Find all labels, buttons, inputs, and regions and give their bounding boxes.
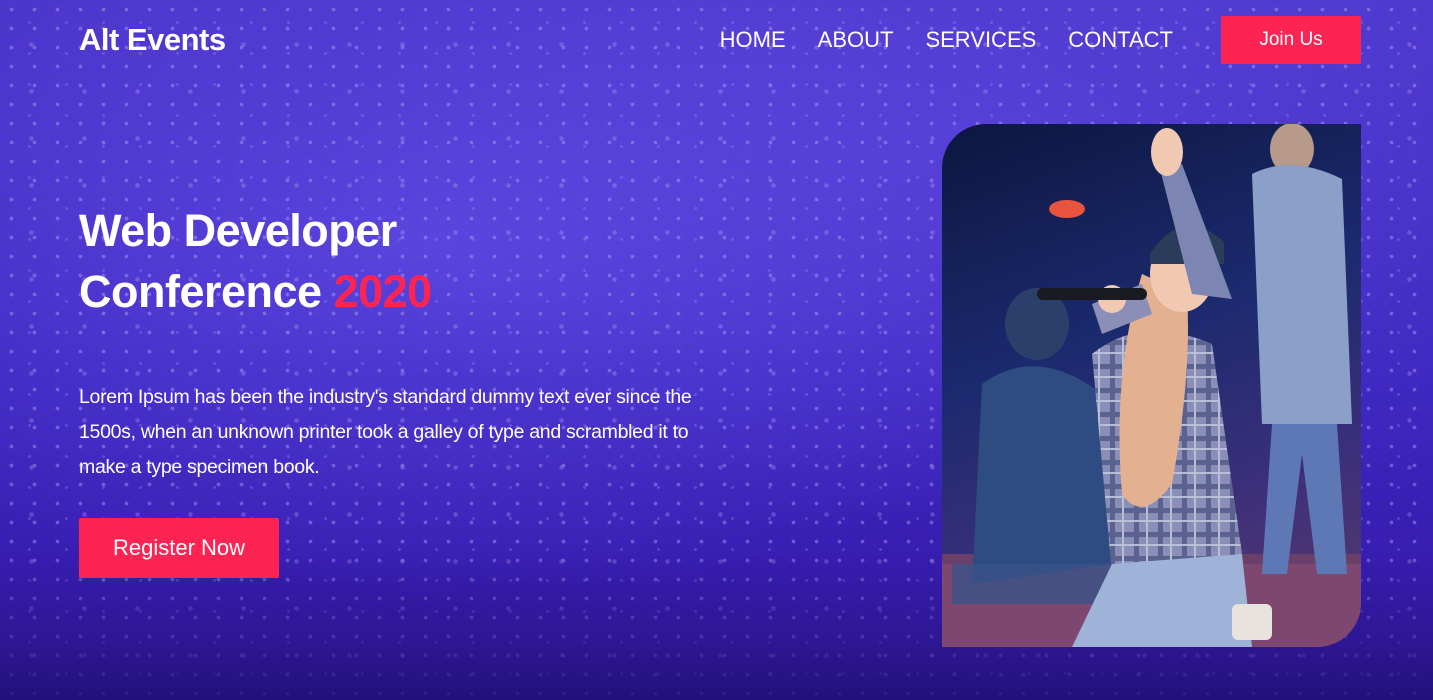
hero-description: Lorem Ipsum has been the industry's stan… xyxy=(79,386,692,478)
hero-section: Web Developer Conference 2020 Lorem Ipsu… xyxy=(79,200,719,578)
performer-illustration xyxy=(942,124,1361,647)
main-nav: HOME ABOUT SERVICES CONTACT Join Us xyxy=(688,16,1361,64)
nav-contact[interactable]: CONTACT xyxy=(1068,27,1173,53)
nav-about[interactable]: ABOUT xyxy=(818,27,894,53)
register-now-button[interactable]: Register Now xyxy=(79,518,279,578)
hero-title: Web Developer Conference 2020 xyxy=(79,200,719,322)
site-logo[interactable]: Alt Events xyxy=(79,22,226,58)
join-us-button[interactable]: Join Us xyxy=(1221,16,1361,64)
site-header: Alt Events HOME ABOUT SERVICES CONTACT J… xyxy=(79,16,1361,64)
hero-title-line1: Web Developer xyxy=(79,205,397,256)
nav-home[interactable]: HOME xyxy=(720,27,786,53)
hero-title-line2: Conference xyxy=(79,266,334,317)
hero-title-year: 2020 xyxy=(333,266,433,317)
hero-performer-photo xyxy=(942,124,1361,647)
nav-services[interactable]: SERVICES xyxy=(925,27,1036,53)
